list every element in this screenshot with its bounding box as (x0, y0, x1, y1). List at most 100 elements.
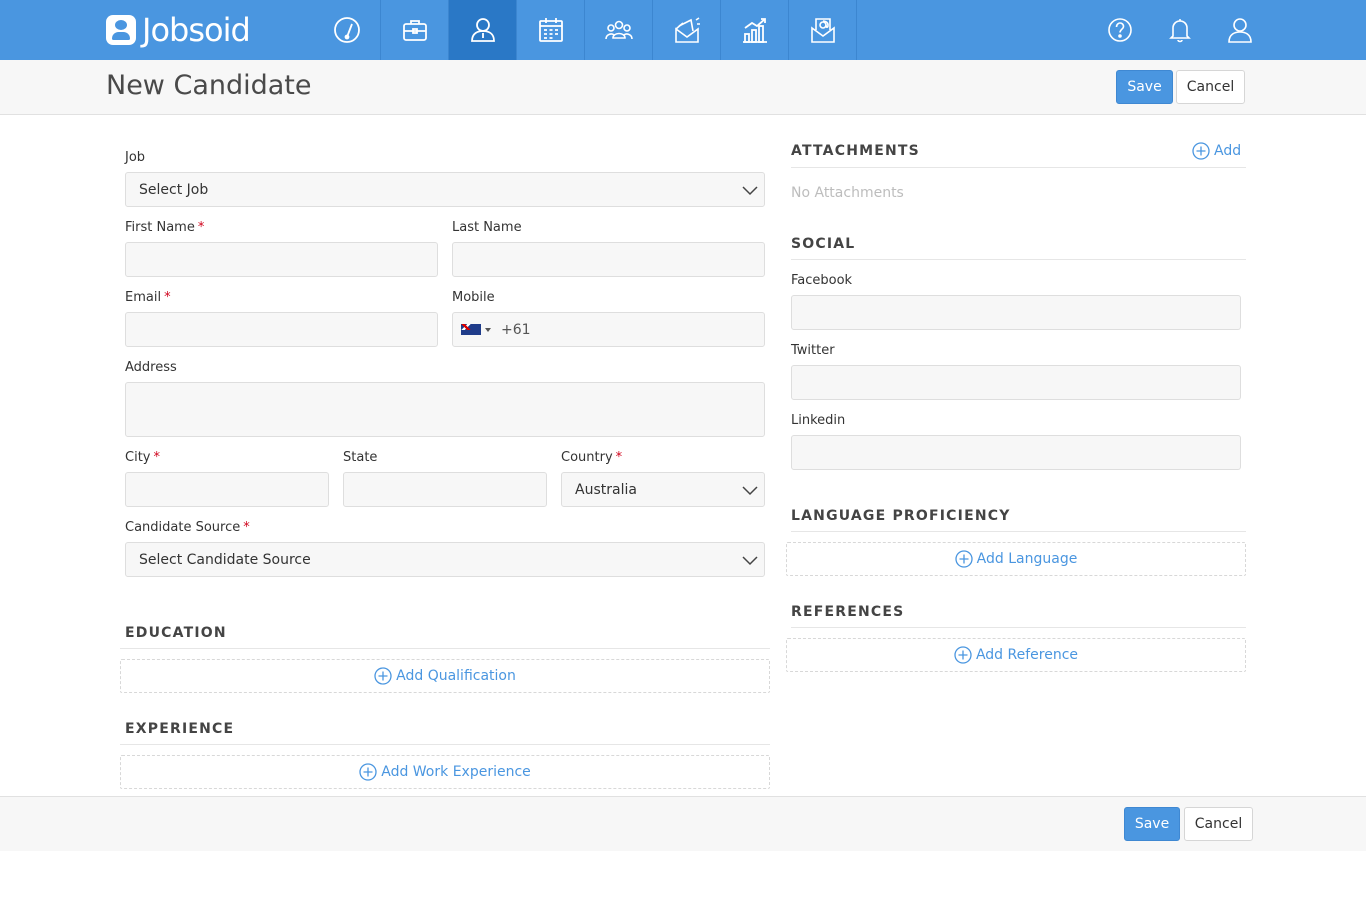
facebook-label: Facebook (791, 273, 853, 288)
address-label: Address (125, 360, 177, 375)
language-proficiency-heading: LANGUAGE PROFICIENCY (791, 508, 1011, 524)
nav-team[interactable] (585, 0, 653, 60)
nav-calendar[interactable] (517, 0, 585, 60)
city-input[interactable] (125, 472, 329, 507)
calendar-icon (538, 18, 563, 42)
briefcase-icon (402, 20, 427, 41)
nav-reports[interactable] (721, 0, 789, 60)
attachments-heading: ATTACHMENTS (791, 143, 920, 159)
add-attachment-label: Add (1214, 143, 1242, 159)
candidate-source-select[interactable]: Select Candidate Source (125, 542, 765, 577)
experience-heading: EXPERIENCE (125, 721, 235, 737)
chevron-down-icon (742, 186, 758, 196)
twitter-input[interactable] (791, 365, 1241, 400)
footer-cancel-button[interactable]: Cancel (1184, 807, 1253, 841)
nav-candidates[interactable] (449, 0, 517, 60)
cancel-button[interactable]: Cancel (1176, 70, 1245, 104)
required-marker: * (615, 450, 623, 465)
campaign-icon (674, 17, 700, 43)
required-marker: * (164, 290, 171, 305)
required-marker: * (197, 220, 205, 235)
references-heading: REFERENCES (791, 604, 905, 620)
email-label: Email * (125, 290, 171, 305)
first-name-label-text: First Name (125, 220, 195, 235)
last-name-input[interactable] (452, 242, 765, 277)
user-icon (1228, 18, 1252, 43)
country-label-text: Country (561, 450, 613, 465)
dashboard-icon (333, 17, 360, 43)
country-select[interactable]: Australia (561, 472, 765, 507)
nav-dashboard[interactable] (313, 0, 381, 60)
footer-save-button[interactable]: Save (1124, 807, 1180, 841)
candidate-source-value: Select Candidate Source (139, 551, 311, 568)
job-select[interactable]: Select Job (125, 172, 765, 207)
nav-email[interactable] (789, 0, 857, 60)
logo-mark-icon (106, 15, 136, 45)
user-menu-button[interactable] (1210, 0, 1270, 60)
caret-down-icon[interactable] (485, 328, 491, 332)
email-field[interactable] (125, 312, 438, 347)
bell-icon (1169, 19, 1191, 43)
add-qualification-button[interactable]: Add Qualification (120, 659, 770, 693)
state-input[interactable] (343, 472, 547, 507)
state-label: State (343, 450, 378, 465)
section-divider (791, 531, 1246, 532)
reports-icon (742, 18, 767, 43)
section-divider (120, 648, 770, 649)
mobile-field[interactable]: +61 (452, 312, 765, 347)
add-language-button[interactable]: Add Language (786, 542, 1246, 576)
email-label-text: Email (125, 290, 162, 305)
required-marker: * (243, 520, 250, 535)
chevron-down-icon (742, 486, 758, 496)
add-circle-icon (954, 646, 972, 664)
team-icon (604, 20, 633, 40)
add-circle-icon (1192, 142, 1210, 160)
add-qualification-label: Add Qualification (396, 668, 516, 684)
section-divider (791, 259, 1246, 260)
save-button[interactable]: Save (1116, 70, 1173, 104)
job-select-value: Select Job (139, 181, 209, 198)
australia-flag-icon[interactable] (461, 324, 481, 335)
candidate-source-label-text: Candidate Source (125, 520, 241, 535)
section-divider (120, 744, 770, 745)
brand-name: Jobsoid (142, 11, 251, 49)
add-circle-icon (374, 667, 392, 685)
social-heading: SOCIAL (791, 236, 856, 252)
address-textarea[interactable] (125, 382, 765, 437)
add-circle-icon (359, 763, 377, 781)
header-actions (1090, 0, 1270, 60)
main-nav (313, 0, 857, 60)
add-circle-icon (955, 550, 973, 568)
no-attachments-text: No Attachments (791, 185, 904, 201)
form-footer: Save Cancel (0, 796, 1366, 851)
facebook-input[interactable] (791, 295, 1241, 330)
city-label-text: City (125, 450, 151, 465)
add-work-experience-label: Add Work Experience (381, 764, 531, 780)
nav-jobs[interactable] (381, 0, 449, 60)
nav-campaigns[interactable] (653, 0, 721, 60)
app-logo[interactable]: Jobsoid (106, 11, 251, 49)
first-name-input[interactable] (125, 242, 438, 277)
last-name-label: Last Name (452, 220, 522, 235)
section-divider (791, 627, 1246, 628)
required-marker: * (153, 450, 160, 465)
twitter-label: Twitter (791, 343, 835, 358)
add-reference-label: Add Reference (975, 647, 1079, 663)
help-icon (1108, 18, 1132, 42)
add-work-experience-button[interactable]: Add Work Experience (120, 755, 770, 789)
country-select-value: Australia (575, 481, 637, 498)
notifications-button[interactable] (1150, 0, 1210, 60)
linkedin-input[interactable] (791, 435, 1241, 470)
first-name-label: First Name * (125, 220, 204, 235)
help-button[interactable] (1090, 0, 1150, 60)
page-header: New Candidate Save Cancel (0, 60, 1366, 115)
candidate-source-label: Candidate Source * (125, 520, 250, 535)
education-heading: EDUCATION (125, 625, 227, 641)
phone-country-code: +61 (501, 322, 531, 338)
top-navbar: Jobsoid (0, 0, 1366, 60)
job-label: Job (125, 150, 146, 165)
add-attachment-link[interactable]: Add (1192, 142, 1241, 160)
add-reference-button[interactable]: Add Reference (786, 638, 1246, 672)
add-language-label: Add Language (976, 551, 1078, 567)
linkedin-label: Linkedin (791, 413, 846, 428)
